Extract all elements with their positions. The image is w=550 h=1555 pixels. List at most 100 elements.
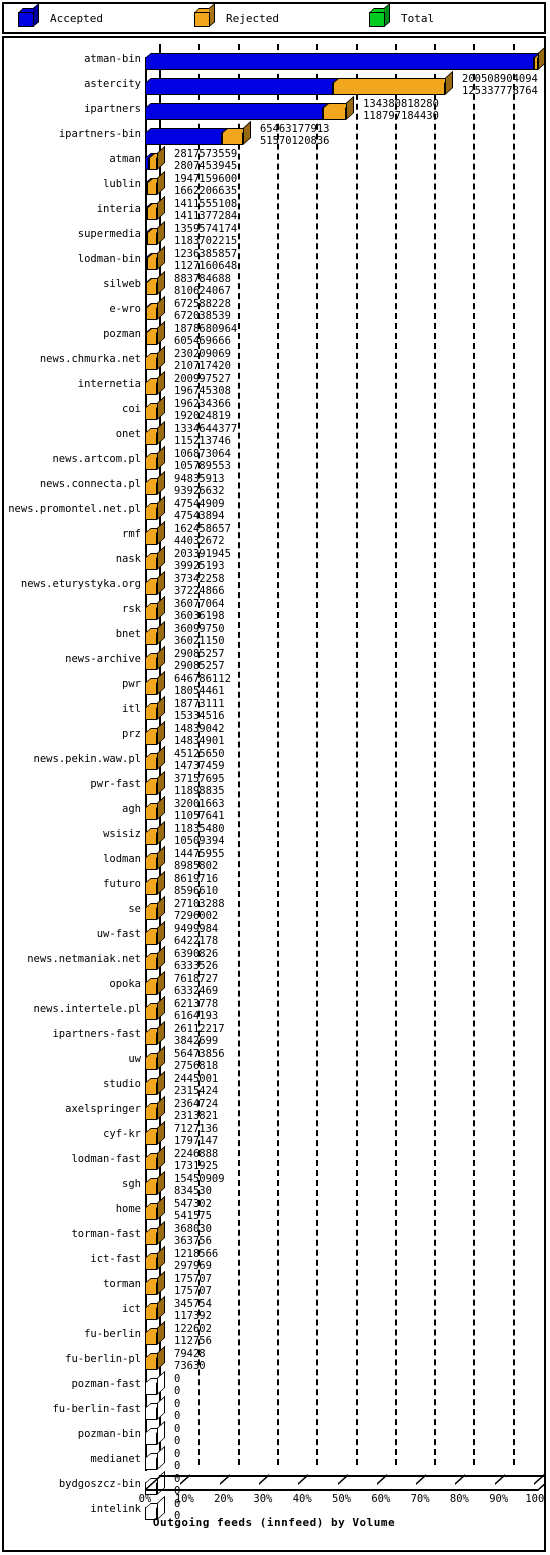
bar-segment-rejected — [145, 482, 157, 495]
row-value-accepted: 1797147 — [174, 1135, 219, 1147]
bar-end-cap — [157, 645, 165, 670]
row-value-accepted: 210717420 — [174, 360, 231, 372]
chart-row: lodman-bin 1236385857 1127160648 — [4, 245, 544, 273]
bar-segment-rejected — [145, 1282, 157, 1295]
legend-item-total: Total — [369, 2, 434, 32]
row-label: news.chmurka.net — [39, 353, 141, 365]
row-value-accepted: 51570120836 — [259, 135, 330, 147]
row-value-accepted: 2313821 — [174, 1110, 219, 1122]
row-value-total: 0 — [174, 1448, 181, 1460]
bar-end-cap — [157, 545, 165, 570]
row-value-total: 6390826 — [174, 948, 219, 960]
bar-end-cap — [157, 270, 165, 295]
row-value-accepted: 810624067 — [174, 285, 231, 297]
row-label: futuro — [103, 878, 141, 890]
bar-end-cap — [445, 70, 453, 95]
row-value-accepted: 8985802 — [174, 860, 219, 872]
bar-segment-rejected — [145, 682, 157, 695]
chart-row: news.connecta.pl 94835913 93926632 — [4, 470, 544, 498]
row-value-accepted: 6164193 — [174, 1010, 219, 1022]
bar-segment-rejected — [145, 532, 157, 545]
row-value-accepted: 11057641 — [174, 810, 225, 822]
chart-row: news-archive 29085257 29085257 — [4, 645, 544, 673]
row-value-total: 11835480 — [174, 823, 225, 835]
bar-end-cap — [157, 1270, 165, 1295]
row-values: 45125650 14737459 — [174, 748, 225, 772]
chart-row: atman-bin262654360073259796443975 — [4, 45, 544, 73]
row-label: torman-fast — [71, 1228, 141, 1240]
row-label: fu-berlin — [84, 1328, 141, 1340]
row-label: news.pekin.waw.pl — [33, 753, 141, 765]
bar-end-cap — [157, 220, 165, 245]
chart-row: lublin 1947159600 1662206635 — [4, 170, 544, 198]
chart-row: atman 2817573559 2807453945 — [4, 145, 544, 173]
row-value-total: 94835913 — [174, 473, 225, 485]
row-value-total: 345754 — [174, 1298, 212, 1310]
row-value-accepted: 14834901 — [174, 735, 225, 747]
row-label: home — [115, 1203, 141, 1215]
legend-label: Accepted — [50, 11, 103, 25]
bar-segment-rejected — [145, 432, 157, 445]
chart-row: ict 345754 117392 — [4, 1295, 544, 1323]
row-value-accepted: 0 — [174, 1385, 181, 1397]
row-value-total: 2445001 — [174, 1073, 219, 1085]
bar-segment-rejected — [145, 1382, 157, 1395]
bar-segment-rejected — [145, 707, 157, 720]
row-label: news.promontel.net.pl — [8, 503, 141, 515]
bar-end-cap — [157, 1245, 165, 1270]
chart-row: uw 56473856 2756818 — [4, 1045, 544, 1073]
chart-row: futuro 8619716 8596610 — [4, 870, 544, 898]
row-values: 47544909 47543894 — [174, 498, 225, 522]
row-values: 345754 117392 — [174, 1298, 212, 1322]
bar-segment-rejected — [145, 657, 157, 670]
row-value-total: 15450909 — [174, 1173, 225, 1185]
x-axis-label-40: 40% — [292, 1493, 312, 1505]
bar-end-cap — [157, 695, 165, 720]
row-value-total: 162458657 — [174, 523, 231, 535]
row-label: news.connecta.pl — [39, 478, 141, 490]
bar-end-cap — [157, 720, 165, 745]
chart-row: itl 18773111 15334516 — [4, 695, 544, 723]
bar-segment-rejected — [145, 607, 157, 620]
bar-segment-rejected — [145, 882, 157, 895]
bar-segment-rejected — [145, 1107, 157, 1120]
chart-row: axelspringer 2364724 2313821 — [4, 1095, 544, 1123]
row-label: se — [128, 903, 141, 915]
row-values: 14839042 14834901 — [174, 723, 225, 747]
bar-end-cap — [538, 45, 544, 70]
row-label: sgh — [122, 1178, 141, 1190]
bar-segment-rejected — [145, 1082, 157, 1095]
row-label: pozman-fast — [71, 1378, 141, 1390]
bar-segment-rejected — [145, 932, 157, 945]
row-label: nask — [115, 553, 141, 565]
x-axis-label-80: 80% — [449, 1493, 469, 1505]
x-axis-label-100: 100% — [525, 1493, 545, 1505]
chart-row: ipartners 134380818280 118797184430 — [4, 95, 544, 123]
bar-segment-rejected — [145, 782, 157, 795]
row-value-accepted: 18054461 — [174, 685, 225, 697]
chart-row: se 27103288 7296002 — [4, 895, 544, 923]
bar-end-cap — [157, 620, 165, 645]
bar-end-cap — [157, 1395, 165, 1420]
row-value-accepted: 605469666 — [174, 335, 231, 347]
x-axis-label-0: 0% — [138, 1493, 152, 1505]
bar-end-cap — [157, 820, 165, 845]
bar-end-cap — [157, 745, 165, 770]
row-value-total: 8619716 — [174, 873, 219, 885]
row-label: ipartners-bin — [58, 128, 141, 140]
bar-segment-rejected — [145, 507, 157, 520]
row-value-total: 9499984 — [174, 923, 219, 935]
row-label: rmf — [122, 528, 141, 540]
bar-end-cap — [157, 145, 165, 170]
chart-row: pozman 1878680964 605469666 — [4, 320, 544, 348]
row-values: 122602 112756 — [174, 1323, 212, 1347]
row-label: ipartners — [84, 103, 141, 115]
row-values: 36099750 36021150 — [174, 623, 225, 647]
bar-end-cap — [157, 970, 165, 995]
row-value-total: 36099750 — [174, 623, 225, 635]
x-axis-label-20: 20% — [214, 1493, 234, 1505]
row-value-accepted: 29085257 — [174, 660, 225, 672]
bar-top-rejected — [332, 78, 451, 83]
row-value-total: 200508904094 — [462, 73, 538, 85]
bar-end-cap — [157, 770, 165, 795]
